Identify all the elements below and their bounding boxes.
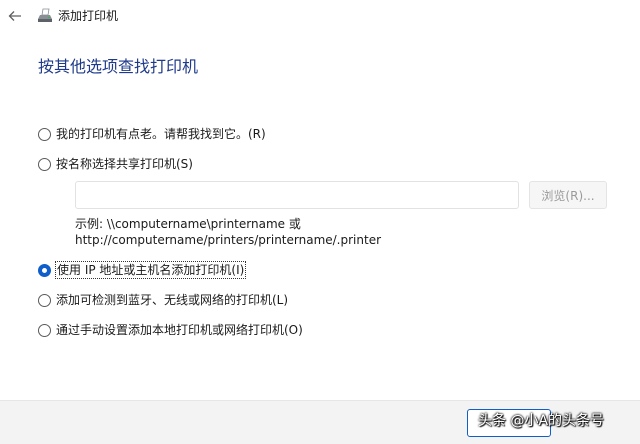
radio-shared-printer[interactable] — [38, 157, 51, 171]
radio-ip-address[interactable] — [38, 263, 51, 277]
back-button[interactable] — [4, 5, 26, 27]
shared-printer-name-input[interactable] — [75, 181, 519, 209]
example-line-1: 示例: \\computername\printername 或 — [75, 217, 301, 231]
option-manual-settings[interactable]: 通过手动设置添加本地打印机或网络打印机(O) — [38, 322, 303, 338]
watermark: 头条 @小A的头条号 — [478, 413, 605, 429]
page-heading: 按其他选项查找打印机 — [38, 57, 199, 76]
option-bluetooth-wireless-label: 添加可检测到蓝牙、无线或网络的打印机(L) — [56, 293, 289, 307]
option-ip-address[interactable]: 使用 IP 地址或主机名添加打印机(I) — [38, 261, 247, 279]
radio-manual-settings[interactable] — [38, 323, 51, 337]
option-bluetooth-wireless[interactable]: 添加可检测到蓝牙、无线或网络的打印机(L) — [38, 292, 288, 308]
browse-button[interactable]: 浏览(R)... — [529, 181, 607, 209]
option-shared-printer-label: 按名称选择共享打印机(S) — [56, 157, 193, 171]
printer-icon — [38, 8, 52, 22]
option-shared-printer[interactable]: 按名称选择共享打印机(S) — [38, 156, 193, 172]
option-old-printer-label: 我的打印机有点老。请帮我找到它。(R) — [56, 127, 266, 141]
example-line-2: http://computername/printers/printername… — [75, 233, 382, 247]
option-ip-address-label: 使用 IP 地址或主机名添加打印机(I) — [54, 261, 247, 279]
title-bar: 添加打印机 — [0, 0, 640, 32]
option-manual-settings-label: 通过手动设置添加本地打印机或网络打印机(O) — [56, 323, 303, 337]
back-arrow-icon — [8, 11, 21, 21]
option-old-printer[interactable]: 我的打印机有点老。请帮我找到它。(R) — [38, 126, 266, 142]
window-title: 添加打印机 — [58, 9, 119, 23]
radio-old-printer[interactable] — [38, 127, 51, 141]
example-text: 示例: \\computername\printername 或 http://… — [75, 216, 381, 248]
radio-bluetooth-wireless[interactable] — [38, 293, 51, 307]
